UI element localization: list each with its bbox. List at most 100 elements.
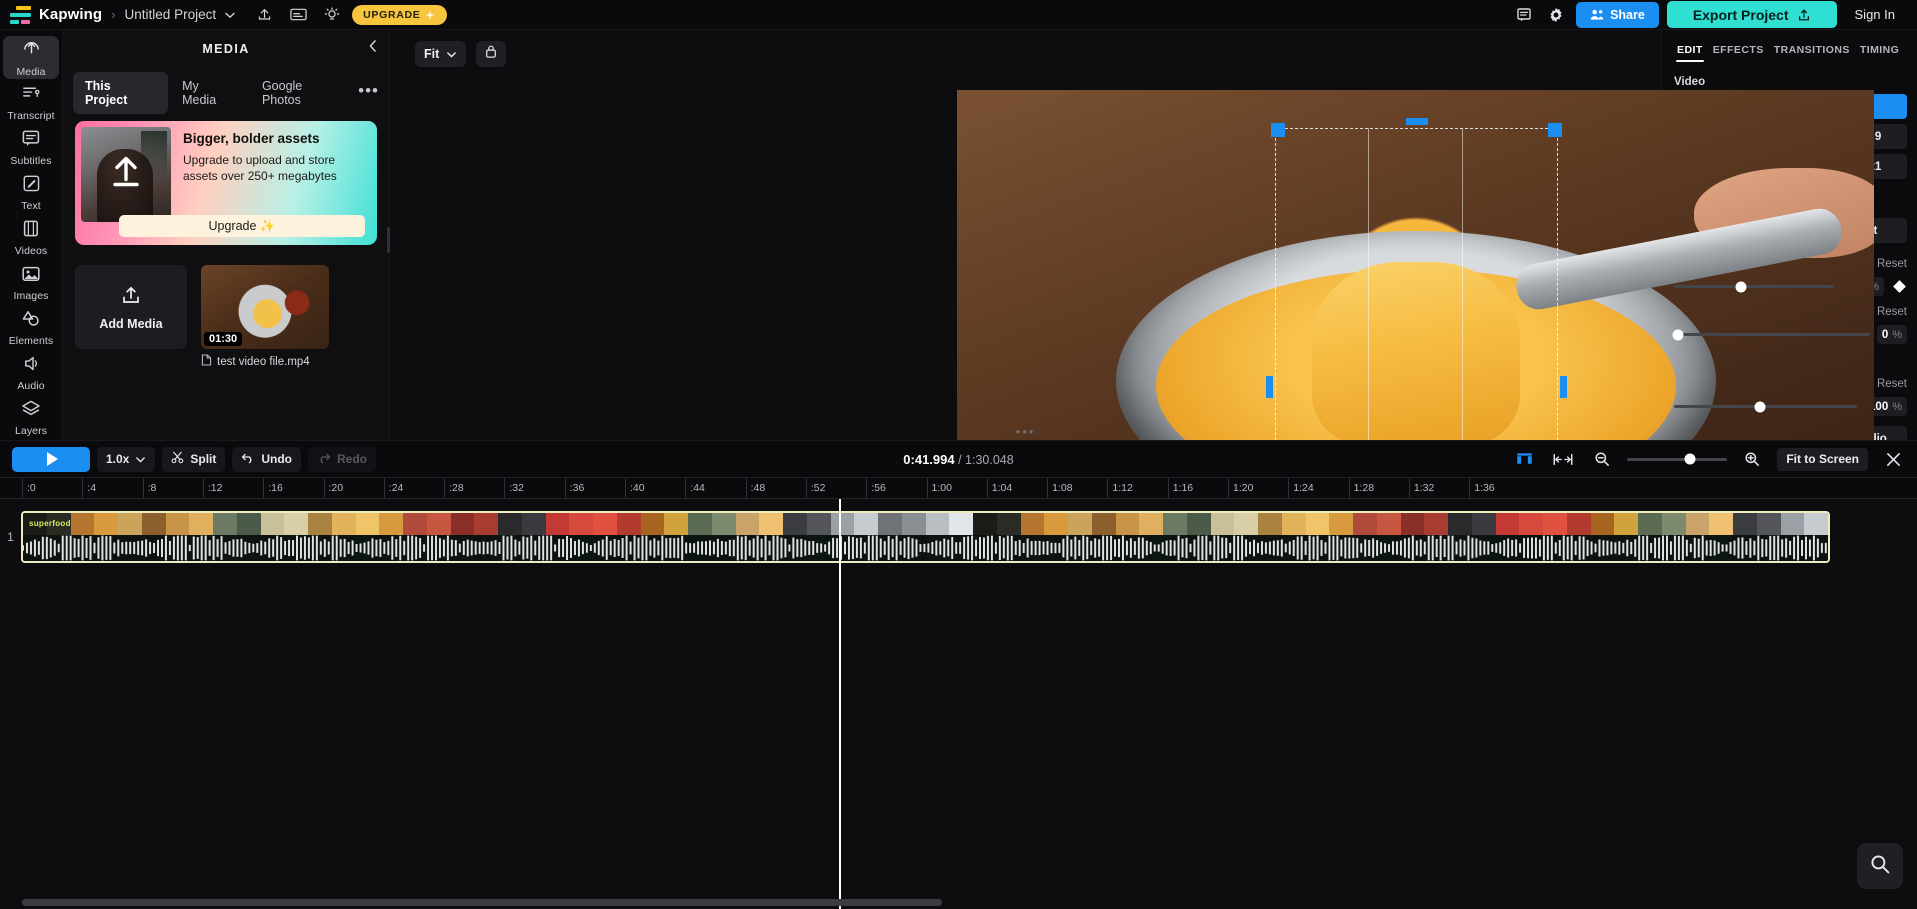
add-media-button[interactable]: Add Media — [75, 265, 187, 349]
upload-icon — [120, 284, 142, 309]
media-asset-item[interactable]: 01:30 test video file.mp4 — [201, 265, 329, 369]
sidebar-item-media[interactable]: Media — [3, 36, 59, 80]
ruler-tick: :52 — [805, 478, 826, 498]
tab-my-media[interactable]: My Media — [170, 72, 248, 114]
film-icon — [22, 219, 40, 241]
timeline-horizontal-scrollbar[interactable] — [0, 899, 1917, 906]
timeline-right-controls: Fit to Screen — [1510, 446, 1907, 472]
tab-effects[interactable]: EFFECTS — [1708, 40, 1769, 64]
upgrade-promo-card[interactable]: Bigger, bolder assets Upgrade to upload … — [75, 121, 377, 245]
crop-handle-top-center[interactable] — [1405, 118, 1428, 125]
top-bar: Kapwing › Untitled Project UPGRADE Share — [0, 0, 1917, 30]
stage-resize-grip[interactable]: ••• — [1016, 424, 1036, 439]
stage-toolbar: Fit — [390, 30, 1661, 70]
upload-icon[interactable] — [250, 2, 278, 28]
captions-icon[interactable] — [284, 2, 312, 28]
search-button[interactable] — [1857, 843, 1903, 889]
promo-upgrade-button[interactable]: Upgrade ✨ — [119, 215, 365, 237]
gear-icon[interactable] — [1542, 2, 1570, 28]
timeline-zoom-slider[interactable] — [1627, 453, 1728, 465]
tab-google-photos[interactable]: Google Photos — [250, 72, 356, 114]
media-upload-icon — [21, 38, 42, 62]
sidebar-item-layers[interactable]: Layers — [3, 397, 59, 440]
asset-thumbnail[interactable]: 01:30 — [201, 265, 329, 349]
keyframe-diamond-icon[interactable] — [1891, 279, 1907, 295]
chevron-down-icon — [447, 51, 457, 57]
sidebar-item-transcript[interactable]: Transcript — [3, 81, 59, 124]
fit-to-screen-button[interactable]: Fit to Screen — [1777, 447, 1868, 471]
media-panel: MEDIA This Project My Media Google Photo… — [63, 30, 390, 440]
crop-handle-top-left[interactable] — [1271, 123, 1285, 137]
brand-name[interactable]: Kapwing — [39, 6, 102, 23]
share-button[interactable]: Share — [1576, 1, 1659, 28]
collapse-panel-icon[interactable] — [367, 39, 379, 58]
timeline-controls: 1.0x Split Undo Redo 0:41.994 / 1:30.048 — [0, 440, 1917, 477]
lightbulb-icon[interactable] — [318, 2, 346, 28]
sidebar-item-audio[interactable]: Audio — [3, 352, 59, 395]
image-icon — [21, 265, 41, 286]
zoom-slider[interactable] — [1674, 281, 1835, 292]
volume-reset-button[interactable]: Reset — [1877, 378, 1907, 390]
crop-handle-top-right[interactable] — [1548, 123, 1562, 137]
ruler-tick: 1:04 — [986, 478, 1012, 498]
track-row: 1 superfood — [0, 511, 1917, 563]
split-button[interactable]: Split — [162, 446, 226, 472]
file-icon — [201, 354, 212, 369]
close-icon[interactable] — [1879, 446, 1907, 472]
fit-zoom-dropdown[interactable]: Fit — [415, 41, 467, 67]
sidebar-item-elements[interactable]: Elements — [3, 307, 59, 350]
tab-this-project[interactable]: This Project — [73, 72, 169, 114]
comment-icon[interactable] — [1510, 2, 1538, 28]
ruler-tick: 1:12 — [1107, 478, 1133, 498]
zoom-out-icon[interactable] — [1588, 446, 1616, 472]
project-name[interactable]: Untitled Project — [125, 7, 217, 22]
add-media-label: Add Media — [99, 316, 163, 331]
zoom-in-icon[interactable] — [1738, 446, 1766, 472]
signin-button[interactable]: Sign In — [1855, 7, 1895, 22]
redo-button[interactable]: Redo — [308, 446, 377, 472]
play-button[interactable] — [12, 446, 90, 472]
ruler-tick: :40 — [625, 478, 645, 498]
upload-arrow-icon — [108, 152, 144, 197]
sidebar-item-images[interactable]: Images — [3, 262, 59, 305]
crop-handle-middle-right[interactable] — [1560, 375, 1567, 398]
tab-edit[interactable]: EDIT — [1672, 40, 1708, 64]
zoom-reset-button[interactable]: Reset — [1877, 258, 1907, 270]
sidebar-item-text[interactable]: Text — [3, 171, 59, 214]
scissors-icon — [171, 451, 184, 467]
sidebar-item-subtitles[interactable]: Subtitles — [3, 126, 59, 169]
kapwing-logo[interactable] — [10, 5, 32, 24]
ruler-tick: 1:36 — [1469, 478, 1495, 498]
export-project-button[interactable]: Export Project — [1666, 1, 1837, 28]
tab-timing[interactable]: TIMING — [1855, 40, 1904, 64]
volume-slider[interactable] — [1674, 401, 1858, 412]
video-clip[interactable]: superfood — [21, 511, 1830, 563]
undo-button[interactable]: Undo — [232, 446, 302, 472]
playhead[interactable] — [839, 499, 841, 909]
crop-handle-middle-left[interactable] — [1266, 375, 1273, 398]
sidebar-item-videos[interactable]: Videos — [3, 216, 59, 259]
timeline-ruler[interactable]: :0:4:8:12:16:20:24:28:32:36:40:44:48:52:… — [0, 477, 1917, 499]
magnet-icon[interactable] — [1510, 446, 1538, 472]
ruler-tick: :8 — [142, 478, 156, 498]
ruler-tick: :4 — [82, 478, 96, 498]
ruler-tick: :48 — [745, 478, 765, 498]
people-icon — [1590, 9, 1604, 20]
ruler-tick: :12 — [202, 478, 223, 498]
tab-transitions[interactable]: TRANSITIONS — [1769, 40, 1855, 64]
media-more-button[interactable]: ••• — [358, 81, 379, 105]
chevron-down-icon[interactable] — [216, 2, 244, 28]
subtitles-icon — [21, 129, 41, 151]
redo-label: Redo — [337, 452, 368, 466]
ruler-tick: :0 — [22, 478, 36, 498]
corners-slider[interactable] — [1672, 329, 1870, 340]
fit-selection-icon[interactable] — [1549, 446, 1577, 472]
ruler-tick: 1:08 — [1047, 478, 1073, 498]
upgrade-pill[interactable]: UPGRADE — [352, 4, 447, 25]
playback-speed-dropdown[interactable]: 1.0x — [97, 446, 156, 472]
speed-label: 1.0x — [106, 452, 130, 466]
lock-canvas-button[interactable] — [476, 41, 507, 67]
corners-value-input[interactable]: 0 % — [1876, 325, 1907, 344]
corners-reset-button[interactable]: Reset — [1877, 306, 1907, 318]
ruler-tick: :20 — [323, 478, 343, 498]
